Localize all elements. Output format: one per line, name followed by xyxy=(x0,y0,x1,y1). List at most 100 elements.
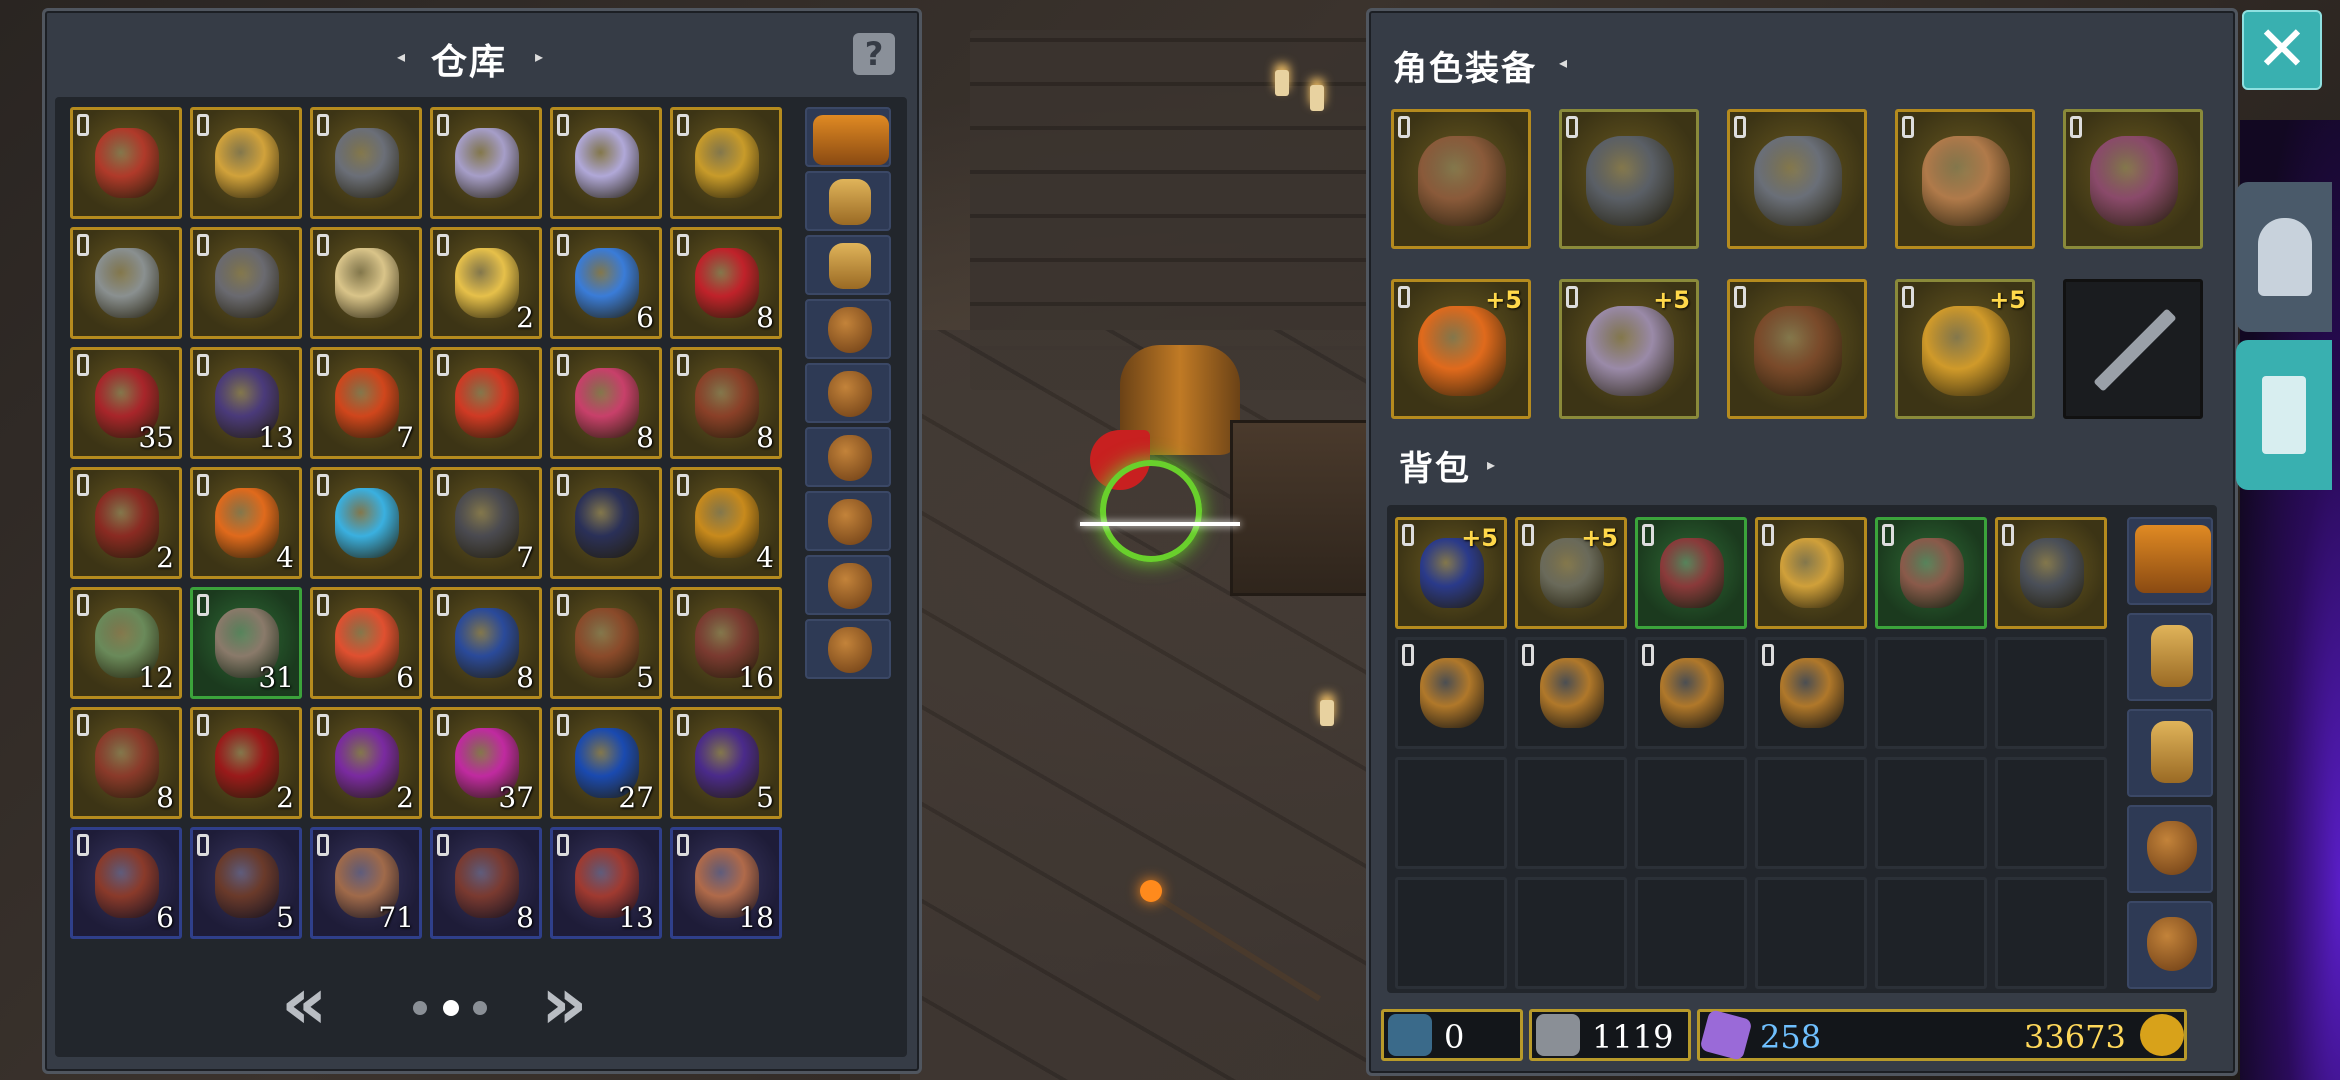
equipment-slot[interactable] xyxy=(2063,109,2203,249)
equipment-slot[interactable] xyxy=(1895,109,2035,249)
empty-slot[interactable] xyxy=(1755,877,1867,989)
page-dot[interactable] xyxy=(473,1001,487,1015)
backpack-bag-slot[interactable] xyxy=(1755,637,1867,749)
warehouse-slot[interactable]: 6 xyxy=(70,827,182,939)
backpack-bag-slot[interactable] xyxy=(1515,637,1627,749)
empty-slot[interactable] xyxy=(1515,757,1627,869)
warehouse-slot[interactable]: 7 xyxy=(310,347,422,459)
empty-slot[interactable] xyxy=(1875,877,1987,989)
warehouse-slot[interactable]: 27 xyxy=(550,707,662,819)
warehouse-slot[interactable]: 18 xyxy=(670,827,782,939)
warehouse-slot[interactable]: 6 xyxy=(550,227,662,339)
storage-bag-slot[interactable] xyxy=(805,235,891,295)
close-button[interactable]: ✕ xyxy=(2242,10,2322,90)
page-dot[interactable] xyxy=(443,1000,459,1016)
warehouse-slot[interactable]: 35 xyxy=(70,347,182,459)
warehouse-slot[interactable]: 2 xyxy=(190,707,302,819)
tab-equipment[interactable] xyxy=(2236,182,2332,332)
warehouse-slot[interactable] xyxy=(310,227,422,339)
warehouse-slot[interactable] xyxy=(430,347,542,459)
empty-slot[interactable] xyxy=(1755,757,1867,869)
storage-bag-slot[interactable] xyxy=(805,363,891,423)
empty-slot[interactable] xyxy=(1515,877,1627,989)
backpack-item-slot[interactable] xyxy=(1755,517,1867,629)
equipment-slot[interactable]: +5 xyxy=(1391,279,1531,419)
warehouse-slot[interactable] xyxy=(70,107,182,219)
equipment-slot[interactable] xyxy=(1391,109,1531,249)
backpack-item-slot[interactable] xyxy=(1995,517,2107,629)
empty-slot[interactable] xyxy=(1995,757,2107,869)
storage-bag-slot[interactable] xyxy=(805,491,891,551)
backpack-bag-slot[interactable] xyxy=(1635,637,1747,749)
warehouse-slot[interactable] xyxy=(550,107,662,219)
warehouse-slot[interactable]: 13 xyxy=(190,347,302,459)
empty-slot[interactable] xyxy=(1995,637,2107,749)
empty-slot[interactable] xyxy=(1875,637,1987,749)
hero-selection-ring[interactable] xyxy=(1100,460,1202,562)
equipment-slot[interactable] xyxy=(2063,279,2203,419)
warehouse-slot[interactable] xyxy=(550,467,662,579)
empty-slot[interactable] xyxy=(1395,757,1507,869)
warehouse-slot[interactable] xyxy=(70,227,182,339)
empty-slot[interactable] xyxy=(1635,757,1747,869)
warehouse-slot[interactable]: 5 xyxy=(670,707,782,819)
empty-slot[interactable] xyxy=(1395,877,1507,989)
page-dot[interactable] xyxy=(413,1001,427,1015)
backpack-item-slot[interactable] xyxy=(1875,517,1987,629)
help-button[interactable]: ? xyxy=(853,33,895,75)
warehouse-slot[interactable]: 16 xyxy=(670,587,782,699)
warehouse-slot[interactable]: 8 xyxy=(430,827,542,939)
storage-bag-slot[interactable] xyxy=(805,427,891,487)
warehouse-slot[interactable]: 4 xyxy=(670,467,782,579)
warehouse-slot[interactable] xyxy=(310,467,422,579)
backpack-item-slot[interactable]: +5 xyxy=(1515,517,1627,629)
empty-slot[interactable] xyxy=(1635,877,1747,989)
warehouse-slot[interactable]: 2 xyxy=(430,227,542,339)
prev-page-button[interactable]: « xyxy=(281,961,328,1045)
backpack-bag-column-slot[interactable] xyxy=(2127,613,2213,701)
warehouse-slot[interactable] xyxy=(310,107,422,219)
equipment-slot[interactable]: +5 xyxy=(1559,279,1699,419)
equipment-slot[interactable] xyxy=(1727,109,1867,249)
equipment-slot[interactable] xyxy=(1559,109,1699,249)
empty-slot[interactable] xyxy=(1875,757,1987,869)
warehouse-slot[interactable] xyxy=(190,107,302,219)
warehouse-slot[interactable]: 2 xyxy=(70,467,182,579)
backpack-bag-column-slot[interactable] xyxy=(2127,517,2213,605)
warehouse-slot[interactable]: 12 xyxy=(70,587,182,699)
backpack-item-slot[interactable]: +5 xyxy=(1395,517,1507,629)
warehouse-slot[interactable]: 8 xyxy=(430,587,542,699)
warehouse-slot[interactable]: 4 xyxy=(190,467,302,579)
storage-bag-slot[interactable] xyxy=(805,171,891,231)
storage-bag-slot[interactable] xyxy=(805,107,891,167)
equipment-slot[interactable]: +5 xyxy=(1895,279,2035,419)
backpack-bag-column-slot[interactable] xyxy=(2127,709,2213,797)
storage-bag-slot[interactable] xyxy=(805,299,891,359)
warehouse-slot[interactable]: 37 xyxy=(430,707,542,819)
warehouse-slot[interactable]: 2 xyxy=(310,707,422,819)
backpack-item-slot[interactable] xyxy=(1635,517,1747,629)
next-page-button[interactable]: » xyxy=(541,961,588,1045)
warehouse-slot[interactable]: 8 xyxy=(670,347,782,459)
warehouse-slot[interactable]: 8 xyxy=(70,707,182,819)
warehouse-slot[interactable]: 71 xyxy=(310,827,422,939)
warehouse-slot[interactable]: 5 xyxy=(550,587,662,699)
backpack-bag-column-slot[interactable] xyxy=(2127,901,2213,989)
warehouse-slot[interactable]: 13 xyxy=(550,827,662,939)
backpack-bag-slot[interactable] xyxy=(1395,637,1507,749)
warehouse-slot[interactable]: 31 xyxy=(190,587,302,699)
warehouse-slot[interactable]: 7 xyxy=(430,467,542,579)
empty-slot[interactable] xyxy=(1995,877,2107,989)
warehouse-slot[interactable]: 5 xyxy=(190,827,302,939)
warehouse-slot[interactable]: 6 xyxy=(310,587,422,699)
tab-weapons[interactable] xyxy=(2236,340,2332,490)
storage-bag-slot[interactable] xyxy=(805,619,891,679)
warehouse-slot[interactable] xyxy=(430,107,542,219)
warehouse-slot[interactable]: 8 xyxy=(670,227,782,339)
equipment-slot[interactable] xyxy=(1727,279,1867,419)
warehouse-slot[interactable] xyxy=(670,107,782,219)
storage-bag-slot[interactable] xyxy=(805,555,891,615)
warehouse-slot[interactable]: 8 xyxy=(550,347,662,459)
backpack-bag-column-slot[interactable] xyxy=(2127,805,2213,893)
warehouse-slot[interactable] xyxy=(190,227,302,339)
